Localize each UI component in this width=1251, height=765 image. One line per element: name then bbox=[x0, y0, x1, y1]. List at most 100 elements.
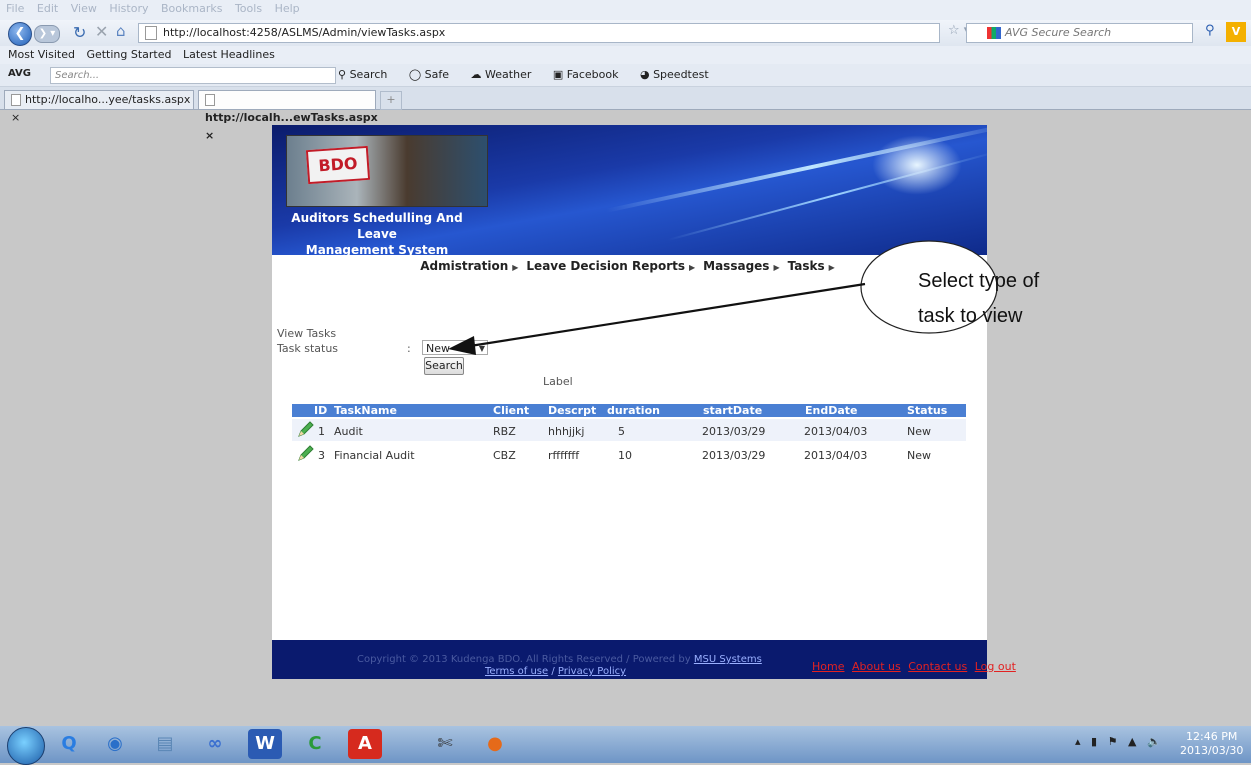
avg-search-button[interactable]: ⚲ Search bbox=[338, 68, 396, 81]
submenu-arrow-icon: ▶ bbox=[828, 263, 835, 272]
cell-descrpt: rfffffff bbox=[548, 449, 580, 462]
avg-safe-button[interactable]: ◯ Safe bbox=[409, 68, 458, 81]
visual-studio-icon[interactable]: ∞ bbox=[198, 729, 232, 759]
terms-link[interactable]: Terms of use bbox=[485, 666, 548, 677]
tab-label: http://localh...ewTasks.aspx bbox=[205, 111, 378, 124]
submenu-arrow-icon: ▶ bbox=[773, 263, 780, 272]
col-taskname: TaskName bbox=[334, 404, 397, 417]
col-duration: duration bbox=[607, 404, 660, 417]
footer-nav: Home About us Contact us Log out bbox=[812, 660, 1020, 673]
footer-home-link[interactable]: Home bbox=[812, 660, 844, 673]
tab-label: http://localho...yee/tasks.aspx bbox=[25, 93, 191, 106]
stop-icon[interactable]: ✕ bbox=[95, 22, 108, 41]
footer-logout-link[interactable]: Log out bbox=[975, 660, 1016, 673]
windows-taskbar: Q ◉ ▤ ∞ W C A ✄ ● bbox=[0, 726, 1251, 765]
menu-file[interactable]: File bbox=[6, 0, 24, 18]
result-label: Label bbox=[543, 375, 573, 388]
colon-separator: : bbox=[407, 342, 411, 355]
submenu-arrow-icon: ▶ bbox=[512, 263, 519, 272]
avg-toolbar-items: ⚲ Search ◯ Safe ☁ Weather ▣ Facebook ◕ S… bbox=[338, 68, 727, 81]
cell-duration: 5 bbox=[618, 425, 625, 438]
bookmark-most-visited[interactable]: Most Visited bbox=[8, 46, 75, 64]
menu-view[interactable]: View bbox=[71, 0, 97, 18]
footer-contact-link[interactable]: Contact us bbox=[908, 660, 967, 673]
forward-button[interactable]: ❯ ▾ bbox=[34, 25, 60, 43]
tray-expand-icon[interactable]: ▴ bbox=[1075, 735, 1081, 748]
msu-systems-link[interactable]: MSU Systems bbox=[694, 654, 762, 665]
url-text: http://localhost:4258/ASLMS/Admin/viewTa… bbox=[163, 26, 446, 39]
flag-icon[interactable]: ⚑ bbox=[1108, 735, 1118, 748]
menu-bookmarks[interactable]: Bookmarks bbox=[161, 0, 222, 18]
cell-id: 3 bbox=[318, 449, 325, 462]
col-status: Status bbox=[907, 404, 948, 417]
cell-descrpt: hhhjjkj bbox=[548, 425, 585, 438]
menu-tasks[interactable]: Tasks bbox=[788, 259, 825, 273]
battery-icon[interactable]: ▮ bbox=[1091, 735, 1097, 748]
avg-speedtest-button[interactable]: ◕ Speedtest bbox=[640, 68, 718, 81]
search-icon[interactable]: ⚲ bbox=[1205, 23, 1223, 41]
reload-icon[interactable]: ↻ bbox=[73, 23, 86, 42]
task-status-label: Task status bbox=[277, 342, 339, 355]
copyright-text: Copyright © 2013 Kudenga BDO. All Rights… bbox=[357, 654, 762, 665]
bdo-logo: BDO bbox=[305, 145, 371, 185]
site-title: Auditors Schedulling And Leave Managemen… bbox=[291, 211, 463, 257]
menu-help[interactable]: Help bbox=[275, 0, 300, 18]
menu-massages[interactable]: Massages bbox=[703, 259, 769, 273]
close-icon[interactable]: × bbox=[11, 111, 20, 124]
menu-leave-decision-reports[interactable]: Leave Decision Reports bbox=[526, 259, 685, 273]
footer-about-link[interactable]: About us bbox=[852, 660, 901, 673]
system-clock[interactable]: 12:46 PM 2013/03/30 bbox=[1180, 730, 1243, 758]
cell-startdate: 2013/03/29 bbox=[702, 449, 766, 462]
cell-enddate: 2013/04/03 bbox=[804, 425, 868, 438]
system-tray: ▴ ▮ ⚑ ▲ 🔈 bbox=[1075, 735, 1161, 748]
firefox-icon[interactable]: ● bbox=[478, 729, 512, 759]
app-icon[interactable]: C bbox=[298, 729, 332, 759]
acrobat-icon[interactable]: A bbox=[348, 729, 382, 759]
col-descrpt: Descrpt bbox=[548, 404, 597, 417]
avg-toolbar: AVG Search... ⚲ Search ◯ Safe ☁ Weather … bbox=[0, 64, 1251, 87]
col-client: Client bbox=[493, 404, 530, 417]
quicktime-icon[interactable]: Q bbox=[52, 729, 86, 759]
page-icon bbox=[145, 26, 157, 40]
tab-view-tasks[interactable]: http://localh...ewTasks.aspx × bbox=[198, 90, 378, 142]
word-icon[interactable]: W bbox=[248, 729, 282, 759]
edit-pencil-icon[interactable] bbox=[296, 443, 316, 463]
new-tab-button[interactable]: + bbox=[380, 91, 402, 110]
back-button[interactable]: ❮ bbox=[8, 22, 32, 46]
close-icon[interactable]: × bbox=[205, 129, 214, 142]
tab-tasks[interactable]: http://localho...yee/tasks.aspx × bbox=[4, 90, 194, 124]
avg-logo[interactable]: AVG bbox=[8, 68, 31, 79]
network-icon[interactable]: ▲ bbox=[1128, 735, 1136, 748]
safari-icon[interactable]: ◉ bbox=[98, 729, 132, 759]
banner-photo: BDO bbox=[286, 135, 488, 207]
view-tasks-heading: View Tasks bbox=[277, 327, 337, 340]
bookmark-getting-started[interactable]: Getting Started bbox=[86, 46, 171, 64]
home-icon[interactable]: ⌂ bbox=[116, 22, 126, 40]
avg-facebook-button[interactable]: ▣ Facebook bbox=[553, 68, 628, 81]
avg-button[interactable]: V bbox=[1226, 22, 1246, 42]
address-bar[interactable]: http://localhost:4258/ASLMS/Admin/viewTa… bbox=[138, 23, 940, 43]
cell-client: RBZ bbox=[493, 425, 516, 438]
menu-history[interactable]: History bbox=[109, 0, 148, 18]
snipping-tool-icon[interactable]: ✄ bbox=[428, 729, 462, 759]
edit-pencil-icon[interactable] bbox=[296, 419, 316, 439]
col-startdate: startDate bbox=[703, 404, 763, 417]
table-row: 1 Audit RBZ hhhjjkj 5 2013/03/29 2013/04… bbox=[292, 419, 966, 441]
tab-strip: http://localho...yee/tasks.aspx × http:/… bbox=[0, 87, 1251, 142]
avg-search-input[interactable]: Search... bbox=[50, 67, 336, 84]
submenu-arrow-icon: ▶ bbox=[688, 263, 696, 272]
cell-taskname: Audit bbox=[334, 425, 363, 438]
privacy-link[interactable]: Privacy Policy bbox=[558, 666, 626, 677]
cell-id: 1 bbox=[318, 425, 325, 438]
menu-edit[interactable]: Edit bbox=[37, 0, 58, 18]
start-button[interactable] bbox=[7, 727, 45, 765]
search-bar[interactable]: AVG Secure Search bbox=[966, 23, 1193, 43]
library-icon[interactable]: ▤ bbox=[148, 729, 182, 759]
cell-status: New bbox=[907, 425, 931, 438]
menu-admistration[interactable]: Admistration bbox=[420, 259, 508, 273]
menu-tools[interactable]: Tools bbox=[235, 0, 262, 18]
avg-weather-button[interactable]: ☁ Weather bbox=[471, 68, 541, 81]
volume-icon[interactable]: 🔈 bbox=[1147, 735, 1161, 748]
bookmark-latest-headlines[interactable]: Latest Headlines bbox=[183, 46, 275, 64]
col-id: ID bbox=[314, 404, 328, 417]
